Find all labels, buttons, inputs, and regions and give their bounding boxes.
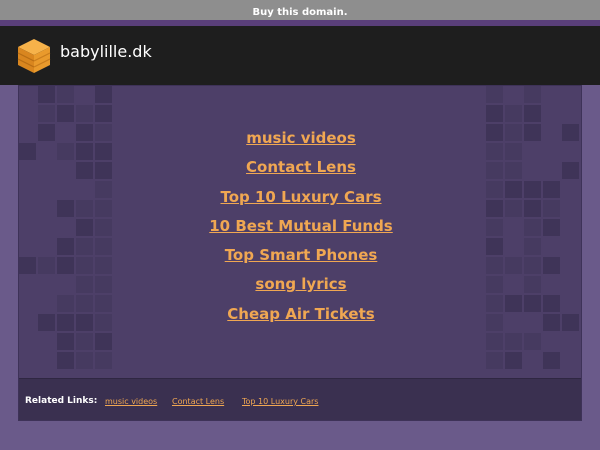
decorative-tile	[38, 105, 55, 122]
decorative-tile	[543, 352, 560, 369]
link-cheap-air-tickets[interactable]: Cheap Air Tickets	[19, 300, 581, 329]
decorative-tile	[95, 105, 112, 122]
link-song-lyrics[interactable]: song lyrics	[19, 270, 581, 299]
decorative-tile	[486, 352, 503, 369]
decorative-tile	[505, 333, 522, 350]
related-link-top-10-luxury-cars[interactable]: Top 10 Luxury Cars	[242, 397, 318, 406]
related-links-bar: Related Links: music videos Contact Lens…	[19, 378, 581, 420]
decorative-tile	[95, 86, 112, 103]
top-banner: Buy this domain.	[0, 0, 600, 20]
decorative-tile	[95, 352, 112, 369]
decorative-tile	[505, 352, 522, 369]
decorative-tile	[76, 352, 93, 369]
link-10-best-mutual-funds[interactable]: 10 Best Mutual Funds	[19, 212, 581, 241]
decorative-tile	[486, 86, 503, 103]
link-top-smart-phones[interactable]: Top Smart Phones	[19, 241, 581, 270]
link-contact-lens[interactable]: Contact Lens	[19, 153, 581, 182]
decorative-tile	[57, 105, 74, 122]
related-link-music-videos[interactable]: music videos	[105, 397, 157, 406]
decorative-tile	[505, 105, 522, 122]
decorative-tile	[486, 105, 503, 122]
decorative-tile	[524, 105, 541, 122]
decorative-tile	[76, 105, 93, 122]
related-links-label: Related Links:	[25, 396, 98, 406]
decorative-tile	[57, 333, 74, 350]
decorative-tile	[486, 333, 503, 350]
site-name: babylille.dk	[60, 42, 152, 61]
link-list: music videos Contact Lens Top 10 Luxury …	[19, 124, 581, 329]
decorative-tile	[76, 333, 93, 350]
site-header: babylille.dk	[0, 26, 600, 85]
page-footer-strip	[0, 421, 600, 450]
main-panel: music videos Contact Lens Top 10 Luxury …	[18, 85, 582, 421]
orange-cube-stack-icon	[17, 39, 51, 73]
link-music-videos[interactable]: music videos	[19, 124, 581, 153]
decorative-tile	[57, 86, 74, 103]
decorative-tile	[524, 333, 541, 350]
buy-domain-link[interactable]: Buy this domain.	[252, 7, 347, 18]
decorative-tile	[95, 333, 112, 350]
decorative-tile	[57, 352, 74, 369]
related-link-contact-lens[interactable]: Contact Lens	[172, 397, 224, 406]
link-top-10-luxury-cars[interactable]: Top 10 Luxury Cars	[19, 183, 581, 212]
decorative-tile	[524, 86, 541, 103]
decorative-tile	[38, 86, 55, 103]
